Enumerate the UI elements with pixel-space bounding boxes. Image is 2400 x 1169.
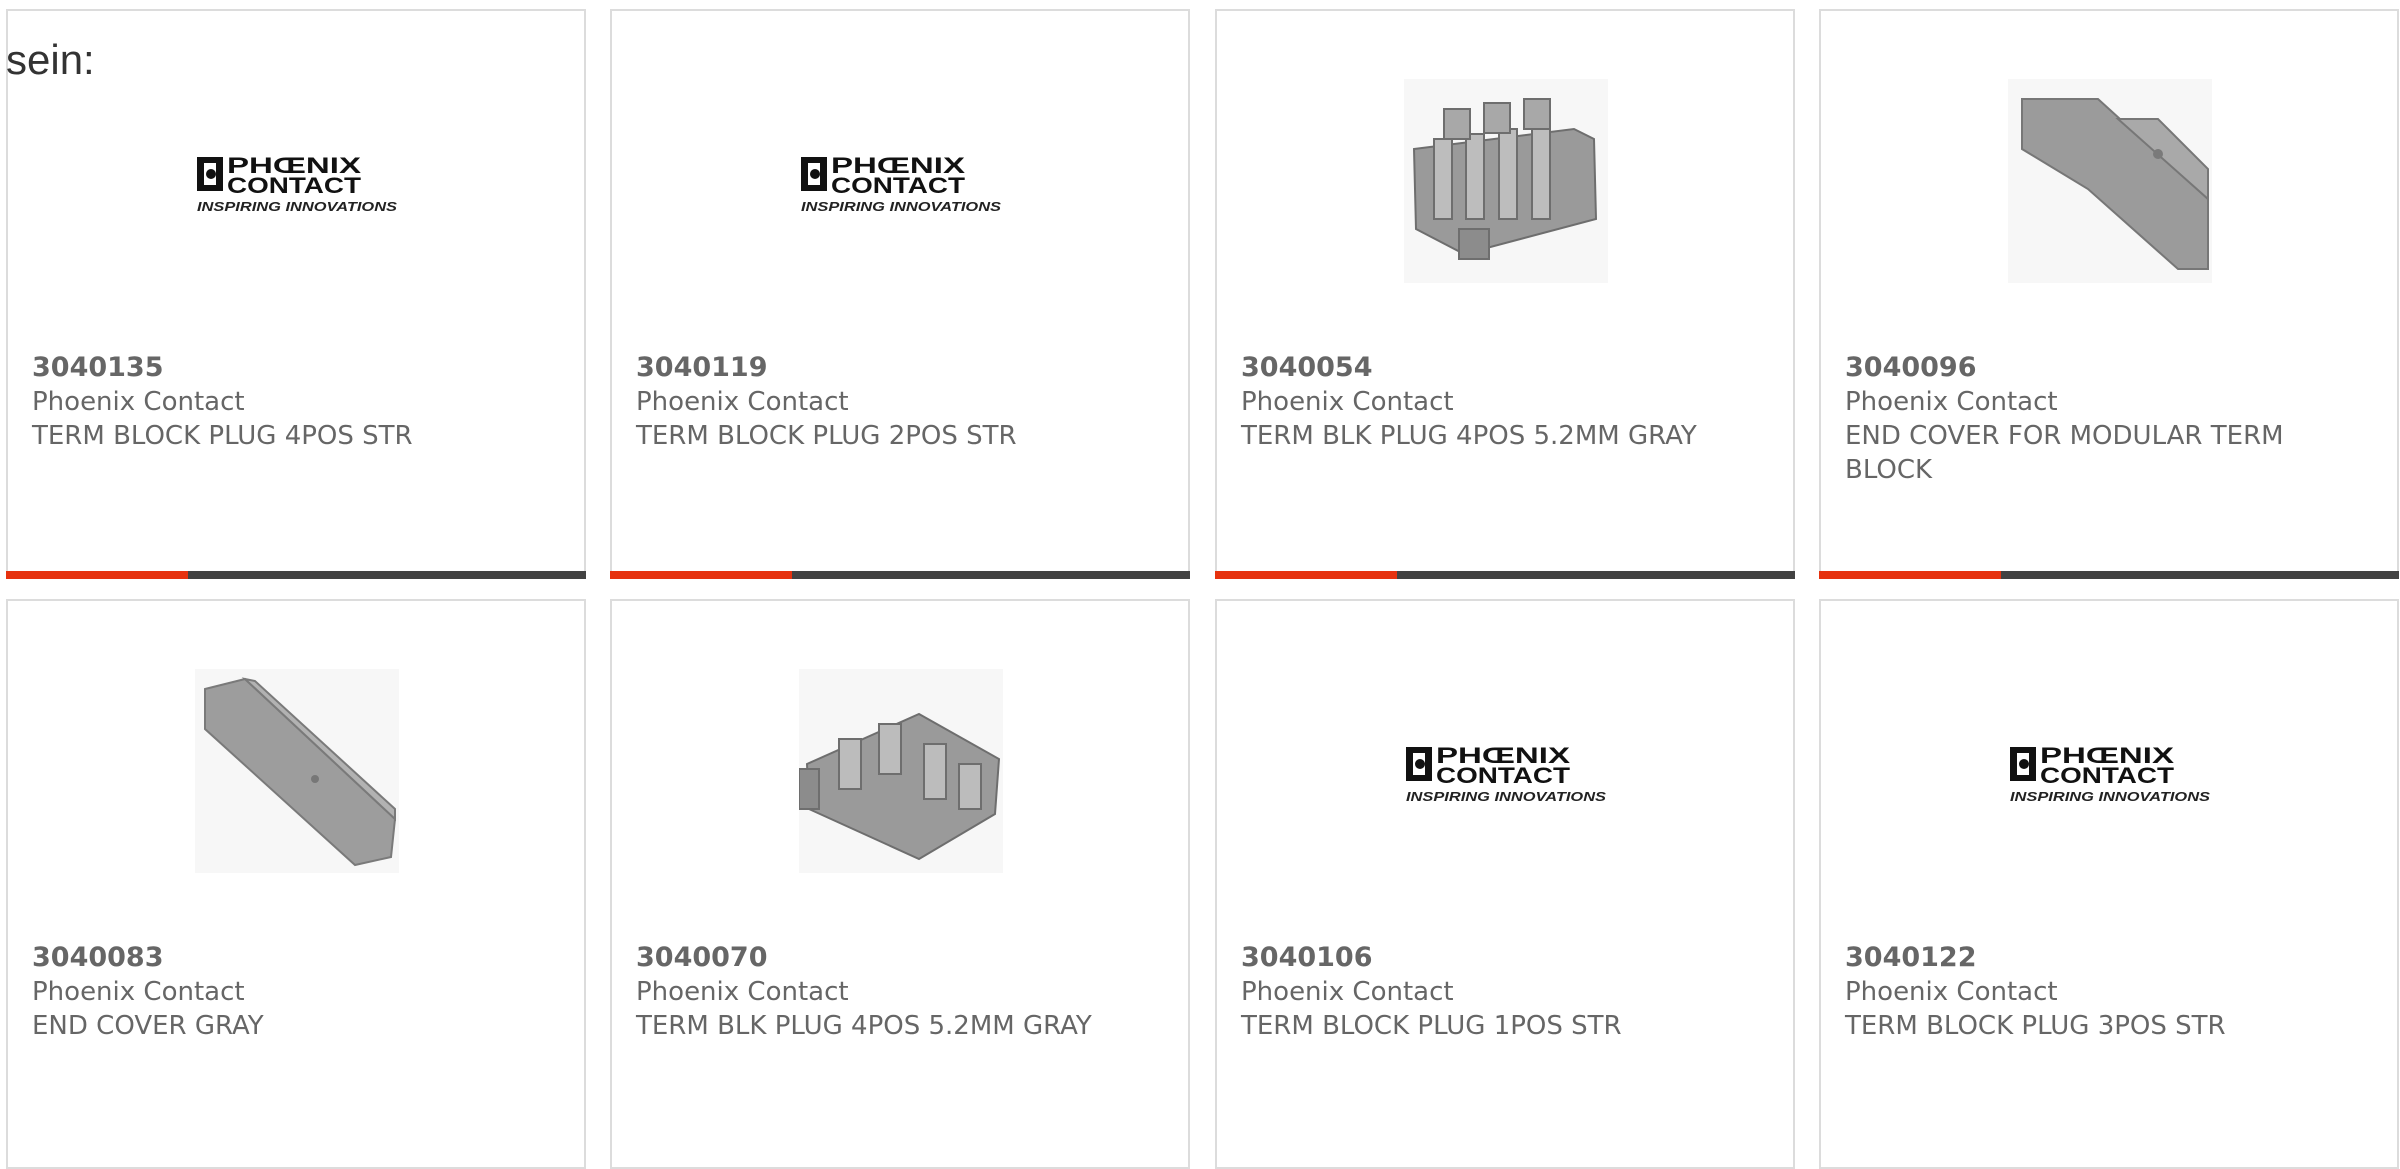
product-description: TERM BLOCK PLUG 3POS STR: [1845, 1011, 2226, 1041]
product-card[interactable]: 3040083 Phoenix Contact END COVER GRAY: [6, 599, 586, 1169]
manufacturer-name: Phoenix Contact: [1241, 387, 1454, 417]
product-info: 3040119 Phoenix Contact TERM BLOCK PLUG 2P…: [636, 351, 1164, 453]
product-description: TERM BLK PLUG 4POS 5.2MM GRAY: [1241, 421, 1697, 451]
part-number[interactable]: 3040106: [1241, 941, 1769, 975]
phoenix-contact-logo: PHŒNIXCONTACTINSPIRING INNOVATIONS: [1406, 743, 1607, 804]
card-bottom-bar: [6, 571, 586, 579]
product-card[interactable]: PHŒNIX CONTACT INSPIRING INNOVATIONS 304013…: [6, 9, 586, 579]
product-info: 3040122 Phoenix Contact TERM BLOCK PLUG 3P…: [1845, 941, 2373, 1043]
part-number[interactable]: 3040119: [636, 351, 1164, 385]
part-number[interactable]: 3040083: [32, 941, 560, 975]
product-description: TERM BLOCK PLUG 2POS STR: [636, 421, 1017, 451]
manufacturer-name: Phoenix Contact: [1241, 977, 1454, 1007]
part-number[interactable]: 3040122: [1845, 941, 2373, 975]
product-card[interactable]: PHŒNIX CONTACT INSPIRING INNOVATIONS 304010…: [1215, 599, 1795, 1169]
product-image[interactable]: [2008, 79, 2212, 283]
product-card[interactable]: 3040054 Phoenix Contact TERM BLK PLUG 4POS…: [1215, 9, 1795, 579]
phoenix-contact-logo: PHŒNIXCONTACTINSPIRING INNOVATIONS: [197, 153, 398, 214]
svg-text:CONTACT: CONTACT: [227, 173, 362, 198]
product-description: END COVER GRAY: [32, 1011, 264, 1041]
product-card[interactable]: 3040070 Phoenix Contact TERM BLK PLUG 4POS…: [610, 599, 1190, 1169]
product-info: 3040135 Phoenix Contact TERM BLOCK PLUG 4P…: [32, 351, 560, 453]
svg-text:INSPIRING INNOVATIONS: INSPIRING INNOVATIONS: [801, 200, 1002, 214]
product-info: 3040070 Phoenix Contact TERM BLK PLUG 4POS…: [636, 941, 1164, 1043]
part-number[interactable]: 3040135: [32, 351, 560, 385]
product-card[interactable]: PHŒNIX CONTACT INSPIRING INNOVATIONS 304011…: [610, 9, 1190, 579]
manufacturer-name: Phoenix Contact: [1845, 387, 2058, 417]
terminal-block-icon: [1404, 79, 1608, 283]
svg-text:CONTACT: CONTACT: [1436, 763, 1571, 788]
svg-text:CONTACT: CONTACT: [831, 173, 966, 198]
product-image[interactable]: PHŒNIX CONTACT INSPIRING INNOVATIONS: [1404, 669, 1608, 873]
card-bottom-bar: [610, 571, 1190, 579]
card-accent-stripe: [610, 571, 792, 579]
svg-text:INSPIRING INNOVATIONS: INSPIRING INNOVATIONS: [1406, 790, 1607, 804]
product-image[interactable]: PHŒNIX CONTACT INSPIRING INNOVATIONS: [2008, 669, 2212, 873]
svg-text:INSPIRING INNOVATIONS: INSPIRING INNOVATIONS: [2010, 790, 2211, 804]
product-info: 3040083 Phoenix Contact END COVER GRAY: [32, 941, 560, 1043]
product-card[interactable]: 3040096 Phoenix Contact END COVER FOR MODU…: [1819, 9, 2399, 579]
product-info: 3040054 Phoenix Contact TERM BLK PLUG 4POS…: [1241, 351, 1769, 453]
product-image[interactable]: [195, 669, 399, 873]
card-bottom-bar: [1819, 571, 2399, 579]
product-image[interactable]: [1404, 79, 1608, 283]
svg-text:CONTACT: CONTACT: [2040, 763, 2175, 788]
product-description: TERM BLOCK PLUG 1POS STR: [1241, 1011, 1622, 1041]
product-grid: PHŒNIX CONTACT INSPIRING INNOVATIONS 304013…: [0, 0, 2400, 1169]
end-cover-icon: [2008, 79, 2212, 283]
product-card[interactable]: PHŒNIX CONTACT INSPIRING INNOVATIONS 304012…: [1819, 599, 2399, 1169]
part-number[interactable]: 3040096: [1845, 351, 2373, 385]
product-info: 3040096 Phoenix Contact END COVER FOR MODU…: [1845, 351, 2373, 487]
product-info: 3040106 Phoenix Contact TERM BLOCK PLUG 1P…: [1241, 941, 1769, 1043]
part-number[interactable]: 3040054: [1241, 351, 1769, 385]
product-image[interactable]: [799, 669, 1003, 873]
svg-text:INSPIRING INNOVATIONS: INSPIRING INNOVATIONS: [197, 200, 398, 214]
terminal-block-angled-icon: [799, 669, 1003, 873]
intro-text: sein:: [6, 36, 95, 83]
product-description: END COVER FOR MODULAR TERM BLOCK: [1845, 421, 2284, 485]
manufacturer-name: Phoenix Contact: [636, 977, 849, 1007]
part-number[interactable]: 3040070: [636, 941, 1164, 975]
card-bottom-bar: [1215, 571, 1795, 579]
manufacturer-name: Phoenix Contact: [636, 387, 849, 417]
manufacturer-name: Phoenix Contact: [32, 977, 245, 1007]
phoenix-contact-logo: PHŒNIXCONTACTINSPIRING INNOVATIONS: [801, 153, 1002, 214]
end-cover-gray-icon: [195, 669, 399, 873]
product-image[interactable]: PHŒNIX CONTACT INSPIRING INNOVATIONS: [799, 79, 1003, 283]
manufacturer-name: Phoenix Contact: [1845, 977, 2058, 1007]
manufacturer-name: Phoenix Contact: [32, 387, 245, 417]
product-description: TERM BLOCK PLUG 4POS STR: [32, 421, 413, 451]
product-image[interactable]: PHŒNIX CONTACT INSPIRING INNOVATIONS: [195, 79, 399, 283]
product-description: TERM BLK PLUG 4POS 5.2MM GRAY: [636, 1011, 1092, 1041]
phoenix-contact-logo: PHŒNIXCONTACTINSPIRING INNOVATIONS: [2010, 743, 2211, 804]
card-accent-stripe: [6, 571, 188, 579]
card-accent-stripe: [1215, 571, 1397, 579]
card-accent-stripe: [1819, 571, 2001, 579]
